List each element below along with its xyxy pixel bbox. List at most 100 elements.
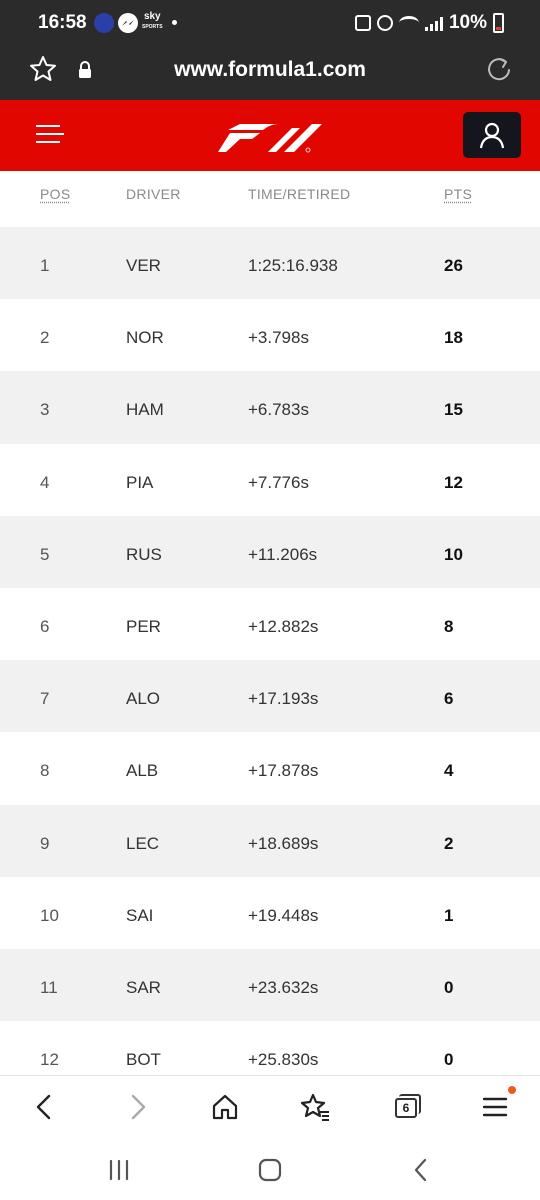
messenger-icon	[118, 13, 138, 33]
position: 4	[40, 472, 50, 492]
driver-code[interactable]: VER	[126, 256, 161, 276]
driver-code[interactable]: SAR	[126, 978, 161, 998]
account-button[interactable]	[463, 112, 521, 158]
status-time: 16:58	[38, 12, 87, 33]
f1-logo[interactable]	[218, 120, 324, 154]
header-pos[interactable]: POS	[40, 186, 70, 202]
browser-bottom-nav: 6	[0, 1075, 540, 1137]
browser-url-bar: www.formula1.com	[0, 44, 540, 100]
table-row[interactable]: 1 VER 1:25:16.938 26	[0, 227, 540, 300]
position: 6	[40, 616, 50, 636]
driver-code[interactable]: LEC	[126, 834, 159, 854]
header-pts[interactable]: PTS	[444, 186, 472, 202]
battery-percent: 10%	[448, 12, 487, 33]
points: 1	[444, 905, 454, 925]
system-nav-bar	[0, 1137, 540, 1200]
driver-code[interactable]: HAM	[126, 400, 164, 420]
points: 15	[444, 400, 463, 420]
points: 6	[444, 689, 454, 709]
points: 10	[444, 544, 463, 564]
time-retired: +12.882s	[248, 616, 319, 636]
position: 8	[40, 761, 50, 781]
recent-apps-icon[interactable]	[104, 1155, 134, 1185]
status-bar: 16:58 sky SPORTS 10%	[0, 0, 540, 44]
bag-icon	[354, 15, 371, 31]
points: 0	[444, 1050, 454, 1070]
time-retired: +3.798s	[248, 328, 309, 348]
sky-sports-icon: sky SPORTS	[142, 12, 163, 32]
tabs-button[interactable]: 6	[395, 1098, 417, 1118]
time-retired: +6.783s	[248, 400, 309, 420]
position: 2	[40, 328, 50, 348]
driver-code[interactable]: PER	[126, 617, 161, 637]
table-row[interactable]: 11 SAR +23.632s 0	[0, 948, 540, 1022]
time-retired: +25.830s	[248, 1050, 319, 1070]
points: 0	[444, 977, 454, 997]
position: 9	[40, 833, 50, 853]
driver-code[interactable]: BOT	[126, 1050, 161, 1070]
reload-icon[interactable]	[484, 54, 514, 84]
position: 5	[40, 544, 50, 564]
system-home-icon[interactable]	[255, 1155, 285, 1185]
position: 3	[40, 400, 50, 420]
driver-code[interactable]: RUS	[126, 545, 162, 565]
table-row[interactable]: 7 ALO +17.193s 6	[0, 660, 540, 733]
table-row[interactable]: 8 ALB +17.878s 4	[0, 732, 540, 805]
user-icon	[479, 122, 505, 149]
wifi-icon	[398, 16, 419, 30]
table-row[interactable]: 3 HAM +6.783s 15	[0, 371, 540, 444]
time-retired: +23.632s	[248, 977, 319, 997]
driver-code[interactable]: ALB	[126, 761, 158, 781]
table-row[interactable]: 4 PIA +7.776s 12	[0, 443, 540, 516]
notification-dot-icon	[172, 20, 177, 25]
table-row[interactable]: 6 PER +12.882s 8	[0, 587, 540, 661]
results-table-header: POS DRIVER TIME/RETIRED PTS	[0, 171, 540, 227]
home-icon[interactable]	[208, 1090, 242, 1124]
table-row[interactable]: 2 NOR +3.798s 18	[0, 299, 540, 372]
table-row[interactable]: 9 LEC +18.689s 2	[0, 804, 540, 877]
driver-code[interactable]: NOR	[126, 328, 164, 348]
time-retired: +18.689s	[248, 833, 319, 853]
alarm-icon	[376, 15, 393, 31]
menu-icon[interactable]	[478, 1090, 512, 1124]
points: 8	[444, 616, 454, 636]
table-row[interactable]: 10 SAI +19.448s 1	[0, 876, 540, 949]
url-text[interactable]: www.formula1.com	[0, 58, 540, 82]
driver-code[interactable]: ALO	[126, 689, 160, 709]
signal-icon	[424, 15, 443, 31]
time-retired: +7.776s	[248, 472, 309, 492]
forward-icon[interactable]	[120, 1090, 154, 1124]
position: 12	[40, 1050, 59, 1070]
system-back-icon[interactable]	[406, 1155, 436, 1185]
time-retired: +17.193s	[248, 689, 319, 709]
points: 4	[444, 761, 454, 781]
results-table: 1 VER 1:25:16.938 26 2 NOR +3.798s 18 3 …	[0, 227, 540, 1094]
bookmarks-icon[interactable]	[298, 1090, 332, 1124]
sky-sub-label: SPORTS	[142, 24, 163, 30]
back-icon[interactable]	[28, 1090, 62, 1124]
points: 12	[444, 472, 463, 492]
site-header	[0, 100, 540, 171]
battery-icon	[493, 13, 504, 33]
sky-label: sky	[143, 11, 161, 22]
time-retired: +17.878s	[248, 761, 319, 781]
driver-code[interactable]: PIA	[126, 473, 153, 493]
hamburger-menu-icon[interactable]	[36, 123, 64, 145]
points: 26	[444, 256, 463, 275]
time-retired: +11.206s	[248, 544, 318, 564]
status-right: 10%	[354, 12, 504, 34]
table-row[interactable]: 5 RUS +11.206s 10	[0, 515, 540, 588]
position: 11	[40, 977, 58, 997]
uefa-app-icon	[94, 13, 114, 33]
driver-code[interactable]: SAI	[126, 906, 153, 926]
position: 7	[40, 689, 50, 709]
position: 10	[40, 905, 59, 925]
time-retired: 1:25:16.938	[248, 256, 338, 275]
header-time: TIME/RETIRED	[248, 186, 351, 202]
position: 1	[40, 256, 50, 275]
header-driver: DRIVER	[126, 186, 181, 202]
points: 18	[444, 328, 463, 348]
time-retired: +19.448s	[248, 905, 319, 925]
menu-notification-badge	[508, 1086, 516, 1094]
points: 2	[444, 833, 454, 853]
